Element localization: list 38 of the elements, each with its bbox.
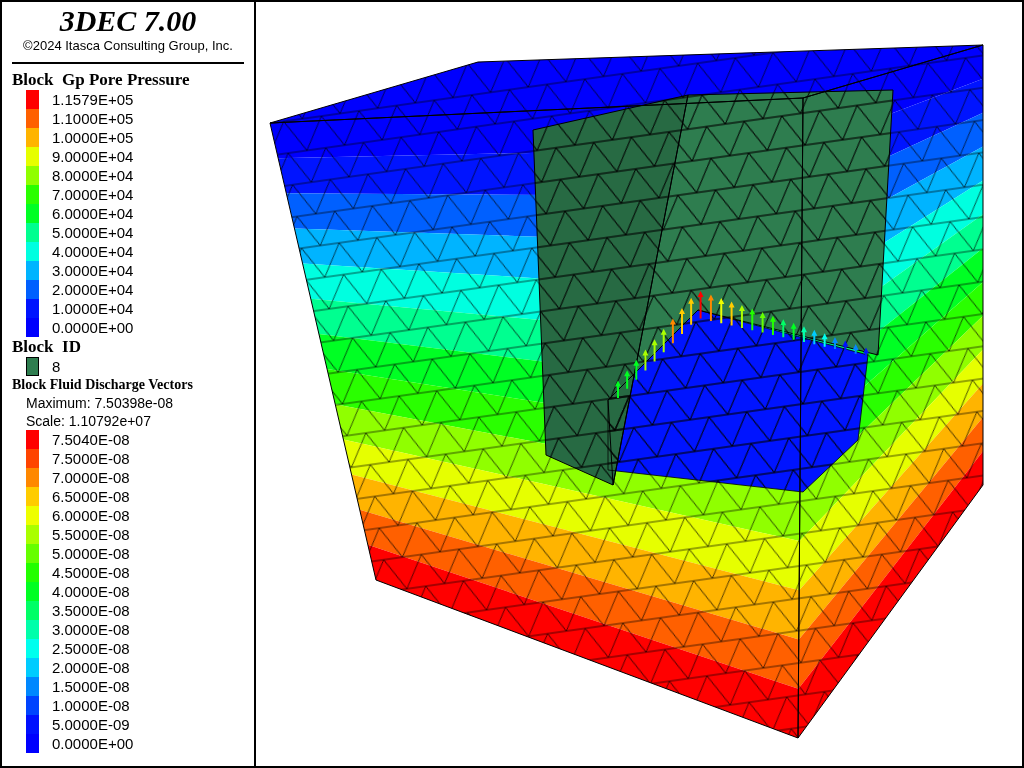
legend-label: 0.0000E+00 [52,319,134,336]
app-title: 3DEC 7.00 [59,4,197,38]
legend-label: 1.0000E+05 [52,129,134,146]
legend-label: 7.0000E-08 [52,469,130,486]
legend-label: 6.5000E-08 [52,488,130,505]
legend-title: Block Fluid Discharge Vectors [12,376,193,394]
legend-label: 7.5040E-08 [52,431,130,448]
legend-label: 5.0000E+04 [52,224,134,241]
legend-label: 1.1000E+05 [52,110,134,127]
legend-label: 1.0000E+04 [52,300,134,317]
legend-label: 2.0000E-08 [52,659,130,676]
legend-label: 5.5000E-08 [52,526,130,543]
copyright-text: ©2024 Itasca Consulting Group, Inc. [23,38,233,54]
legend-label: 3.0000E-08 [52,621,130,638]
legend-label: 7.0000E+04 [52,186,134,203]
legend-label: 1.5000E-08 [52,678,130,695]
legend-label: 2.5000E-08 [52,640,130,657]
legend-title: Block ID [12,337,81,357]
legend-label: 5.0000E-09 [52,716,130,733]
legend-label: 4.5000E-08 [52,564,130,581]
legend-label: 4.0000E+04 [52,243,134,260]
legend-label: 3.5000E-08 [52,602,130,619]
legend-label: 6.0000E+04 [52,205,134,222]
legend-label: 8.0000E+04 [52,167,134,184]
legend-label: 4.0000E-08 [52,583,130,600]
legend-label: 8 [52,358,61,375]
legend-label: 0.0000E+00 [52,735,134,752]
legend-label: 1.0000E-08 [52,697,130,714]
legend-label: 5.0000E-08 [52,545,130,562]
legend-label: 7.5000E-08 [52,450,130,467]
legend-label: 9.0000E+04 [52,148,134,165]
scale-text: Scale: 1.10792e+07 [25,412,151,430]
legend-label: 6.0000E-08 [52,507,130,524]
legend-label: 3.0000E+04 [52,262,134,279]
legend-title: Block Gp Pore Pressure [12,70,190,90]
maximum-text: Maximum: 7.50398e-08 [25,394,174,412]
legend-label: 1.1579E+05 [52,91,134,108]
legend-label: 2.0000E+04 [52,281,134,298]
